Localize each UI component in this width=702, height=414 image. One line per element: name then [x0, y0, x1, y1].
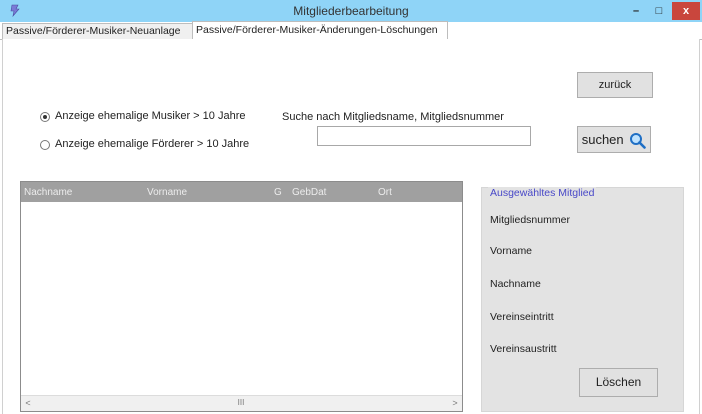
scroll-thumb[interactable]: III: [33, 398, 449, 408]
label-nachname: Nachname: [490, 278, 541, 290]
magnifier-icon: [630, 133, 647, 149]
label-vorname: Vorname: [490, 245, 533, 257]
radio-foerderer[interactable]: [40, 140, 50, 150]
label-vereinseintritt: Vereinseintritt: [490, 311, 554, 323]
tab-strip: Passive/Förderer-Musiker-Neuanlage Passi…: [0, 21, 702, 40]
search-label: Suche nach Mitgliedsname, Mitgliedsnumme…: [282, 111, 504, 123]
label-mitgliedsnummer: Mitgliedsnummer: [490, 214, 570, 226]
column-header-ort[interactable]: Ort: [378, 187, 392, 198]
list-header: Nachname Vorname G GebDat Ort: [21, 182, 462, 202]
back-button[interactable]: zurück: [577, 72, 653, 98]
delete-button[interactable]: Löschen: [579, 368, 658, 397]
selected-member-group: Ausgewähltes Mitglied Mitgliedsnummer Vo…: [481, 187, 684, 412]
column-header-vorname[interactable]: Vorname: [147, 187, 187, 198]
label-vereinsaustritt: Vereinsaustritt: [490, 343, 557, 355]
radio-foerderer-label[interactable]: Anzeige ehemalige Förderer > 10 Jahre: [55, 138, 249, 150]
list-body[interactable]: [21, 202, 462, 396]
column-header-nachname[interactable]: Nachname: [24, 187, 72, 198]
title-bar: Mitgliederbearbeitung – □ x: [0, 0, 702, 22]
maximize-button[interactable]: □: [649, 2, 669, 20]
close-button[interactable]: x: [672, 2, 700, 20]
horizontal-scrollbar[interactable]: < III >: [21, 395, 462, 411]
column-header-g[interactable]: G: [274, 187, 282, 198]
scroll-left-icon[interactable]: <: [23, 398, 33, 408]
search-button-label: suchen: [581, 132, 624, 147]
minimize-button[interactable]: –: [626, 2, 646, 20]
window-title: Mitgliederbearbeitung: [293, 4, 409, 18]
member-list[interactable]: Nachname Vorname G GebDat Ort < III >: [20, 181, 463, 412]
radio-musiker[interactable]: [40, 112, 50, 122]
scroll-right-icon[interactable]: >: [450, 398, 460, 408]
column-header-gebdat[interactable]: GebDat: [292, 187, 326, 198]
selected-member-title: Ausgewähltes Mitglied: [488, 187, 597, 199]
radio-musiker-label[interactable]: Anzeige ehemalige Musiker > 10 Jahre: [55, 110, 245, 122]
search-input[interactable]: [317, 126, 531, 146]
tab-aenderungen-loeschungen[interactable]: Passive/Förderer-Musiker-Änderungen-Lösc…: [192, 21, 448, 40]
tab-neuanlage[interactable]: Passive/Förderer-Musiker-Neuanlage: [2, 23, 195, 39]
search-button[interactable]: suchen: [577, 126, 651, 153]
